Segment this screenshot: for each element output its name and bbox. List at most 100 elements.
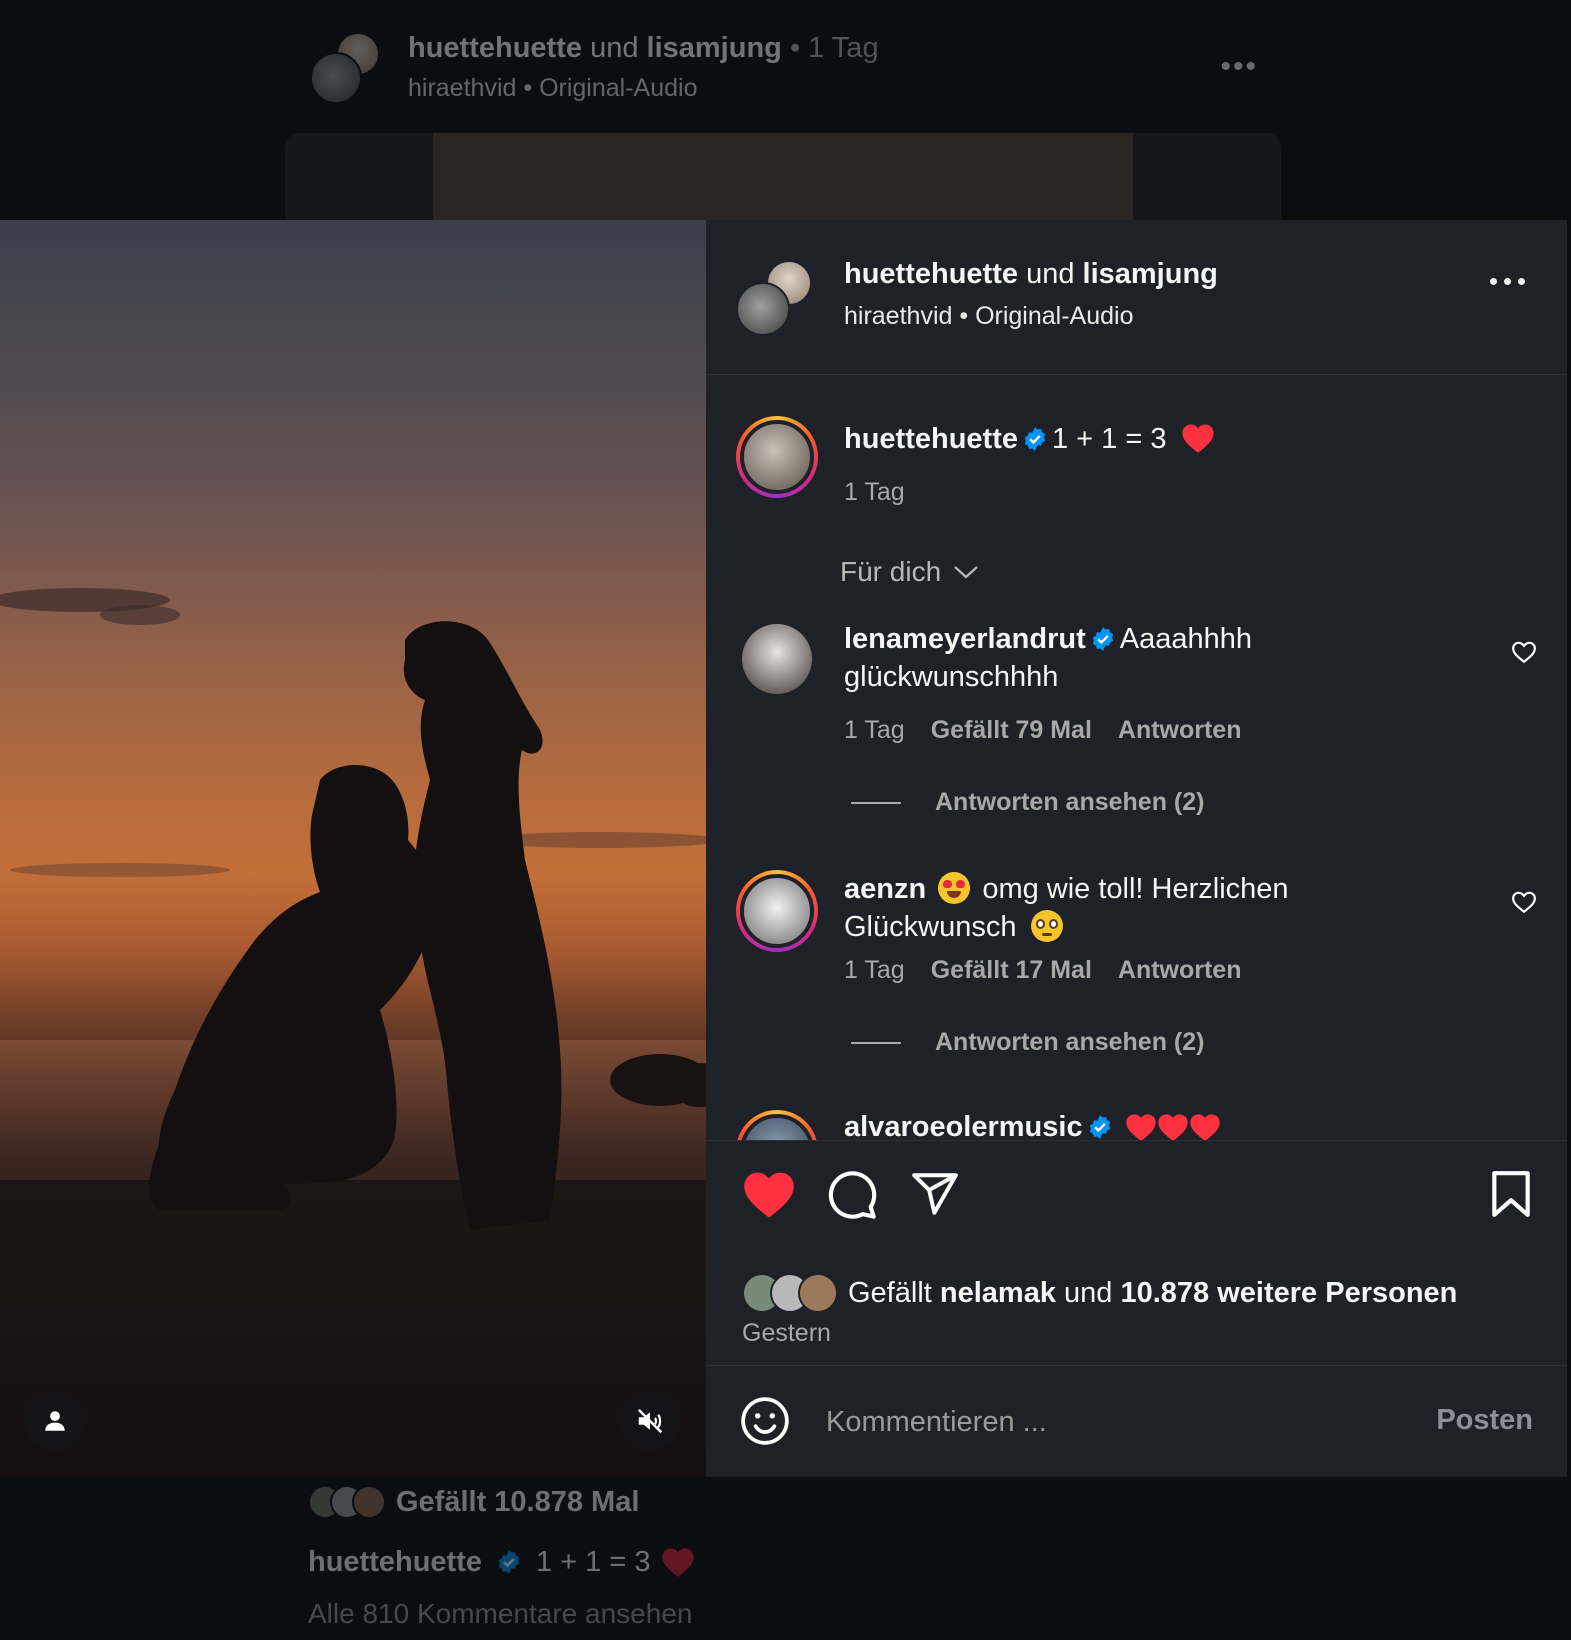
smile-icon[interactable] xyxy=(740,1396,790,1446)
background-likes-count[interactable]: Gefällt 10.878 Mal xyxy=(396,1486,639,1519)
heart-outline-icon[interactable] xyxy=(1511,640,1537,664)
heart-emoji-icon xyxy=(1125,1114,1156,1140)
post-modal: huettehuette und lisamjung hiraethvid • … xyxy=(0,220,1567,1477)
comment-input[interactable] xyxy=(826,1398,1386,1446)
post-actions: Gefällt nelamak und 10.878 weitere Perso… xyxy=(706,1140,1567,1370)
comment-time: 1 Tag xyxy=(844,956,905,984)
verified-icon xyxy=(1024,427,1046,451)
pleading-emoji-icon xyxy=(1030,910,1063,942)
background-post-media xyxy=(285,133,1281,223)
comment-filter-label: Für dich xyxy=(840,556,942,587)
heart-emoji-icon xyxy=(1157,1114,1188,1140)
comment-icon[interactable] xyxy=(826,1169,878,1221)
background-post-title: huettehuette und lisamjung • 1 Tag xyxy=(408,32,879,65)
more-icon[interactable]: ••• xyxy=(1220,50,1258,84)
heart-eyes-emoji-icon xyxy=(938,872,971,904)
background-post-subtitle: hiraethvid • Original-Audio xyxy=(408,74,698,103)
view-replies-label: Antworten ansehen (2) xyxy=(935,1028,1205,1056)
verified-icon xyxy=(1089,1115,1110,1139)
caption-body: 1 + 1 = 3 xyxy=(1052,423,1167,455)
background-post-time: • 1 Tag xyxy=(789,32,879,64)
avatar[interactable] xyxy=(736,870,818,952)
comment-likes-link[interactable]: Gefällt 79 Mal xyxy=(931,716,1092,745)
heart-emoji-icon xyxy=(661,1548,694,1577)
background-audio-user[interactable]: hiraethvid xyxy=(408,74,516,102)
comment-filter-dropdown[interactable]: Für dich xyxy=(840,556,979,588)
caption-time: 1 Tag xyxy=(844,478,905,506)
mute-icon xyxy=(637,1408,663,1434)
background-joiner: und xyxy=(590,32,639,64)
comment-composer: Posten xyxy=(706,1365,1567,1477)
post-details-panel: huettehuette und lisamjung hiraethvid • … xyxy=(706,220,1567,1477)
background-username-2[interactable]: lisamjung xyxy=(647,32,782,64)
post-authors: huettehuette und lisamjung xyxy=(844,258,1218,291)
post-date: Gestern xyxy=(742,1319,831,1347)
comment-time: 1 Tag xyxy=(844,716,905,744)
heart-outline-icon[interactable] xyxy=(1511,890,1537,914)
avatar[interactable] xyxy=(742,624,812,694)
view-replies-button[interactable]: Antworten ansehen (2) xyxy=(851,788,1204,817)
comment-username[interactable]: lenameyerlandrut xyxy=(844,623,1086,655)
audio-link[interactable]: Original-Audio xyxy=(975,302,1133,330)
post-audio-line: hiraethvid • Original-Audio xyxy=(844,302,1134,331)
background-caption-user[interactable]: huettehuette xyxy=(308,1546,482,1579)
liker-username[interactable]: nelamak xyxy=(940,1277,1056,1310)
reply-button[interactable]: Antworten xyxy=(1118,956,1242,985)
user-icon xyxy=(45,1411,65,1431)
author-username-2[interactable]: lisamjung xyxy=(1083,258,1218,290)
post-video[interactable] xyxy=(0,220,706,1477)
view-all-comments-link[interactable]: Alle 810 Kommentare ansehen xyxy=(308,1598,1208,1630)
view-replies-label: Antworten ansehen (2) xyxy=(935,788,1205,816)
heart-emoji-icon xyxy=(1189,1114,1220,1140)
comment-username[interactable]: alvaroeolermusic xyxy=(844,1111,1083,1140)
background-username-1[interactable]: huettehuette xyxy=(408,32,582,64)
comment-text: lenameyerlandrut Aaaahhhh glückwunschhhh xyxy=(844,620,1464,696)
verified-icon xyxy=(498,1550,520,1574)
background-post-footer: Gefällt 10.878 Mal huettehuette 1 + 1 = … xyxy=(308,1480,1208,1630)
avatar xyxy=(736,282,790,336)
avatar xyxy=(310,52,362,104)
post-comment-button[interactable]: Posten xyxy=(1436,1404,1533,1437)
mute-button[interactable] xyxy=(620,1391,680,1451)
author-username-1[interactable]: huettehuette xyxy=(844,258,1018,290)
verified-icon xyxy=(1092,627,1113,651)
bookmark-icon[interactable] xyxy=(1490,1169,1532,1219)
separator: • xyxy=(959,302,969,330)
share-icon[interactable] xyxy=(910,1169,960,1219)
comment-meta: 1 Tag Gefällt 79 Mal Antworten xyxy=(844,716,1242,745)
audio-user-link[interactable]: hiraethvid xyxy=(844,302,952,330)
view-replies-button[interactable]: Antworten ansehen (2) xyxy=(851,1028,1204,1057)
reply-button[interactable]: Antworten xyxy=(1118,716,1242,745)
author-avatar-stack[interactable] xyxy=(736,260,812,336)
caption-meta: 1 Tag xyxy=(844,478,905,507)
avatar[interactable] xyxy=(736,1110,818,1140)
likes-prefix: Gefällt xyxy=(848,1276,932,1309)
post-header: huettehuette und lisamjung hiraethvid • … xyxy=(706,220,1567,375)
comment-meta: 1 Tag Gefällt 17 Mal Antworten xyxy=(844,956,1242,985)
background-avatar-stack xyxy=(308,30,384,106)
comment-username[interactable]: aenzn xyxy=(844,873,926,905)
likes-joiner: und xyxy=(1064,1276,1113,1309)
caption-text: huettehuette 1 + 1 = 3 xyxy=(844,420,1464,458)
background-caption: huettehuette 1 + 1 = 3 xyxy=(308,1540,1208,1584)
caption-author-avatar[interactable] xyxy=(736,416,818,498)
likes-summary[interactable]: Gefällt nelamak und 10.878 weitere Perso… xyxy=(742,1273,1457,1313)
heart-emoji-icon xyxy=(1181,424,1214,453)
comment-text: alvaroeolermusic xyxy=(844,1108,1464,1140)
separator: • xyxy=(523,74,533,102)
background-likes-row[interactable]: Gefällt 10.878 Mal xyxy=(308,1480,1208,1524)
likes-others-link[interactable]: 10.878 weitere Personen xyxy=(1120,1277,1457,1310)
liker-avatars xyxy=(308,1485,386,1519)
tagged-users-button[interactable] xyxy=(25,1391,85,1451)
background-caption-text: 1 + 1 = 3 xyxy=(536,1545,651,1578)
more-icon[interactable] xyxy=(1490,278,1525,285)
liker-avatars xyxy=(742,1273,838,1313)
comment-text: aenzn omg wie toll! Herzlichen Glückwuns… xyxy=(844,870,1464,946)
background-post-header: huettehuette und lisamjung • 1 Tag hirae… xyxy=(308,30,1258,110)
comment-likes-link[interactable]: Gefällt 17 Mal xyxy=(931,956,1092,985)
caption-username[interactable]: huettehuette xyxy=(844,423,1018,455)
heart-filled-icon[interactable] xyxy=(742,1169,796,1219)
couple-silhouette xyxy=(0,588,706,1230)
comments-list[interactable]: huettehuette 1 + 1 = 3 1 Tag Für dich len… xyxy=(706,376,1567,1140)
background-audio-label[interactable]: Original-Audio xyxy=(539,74,697,102)
